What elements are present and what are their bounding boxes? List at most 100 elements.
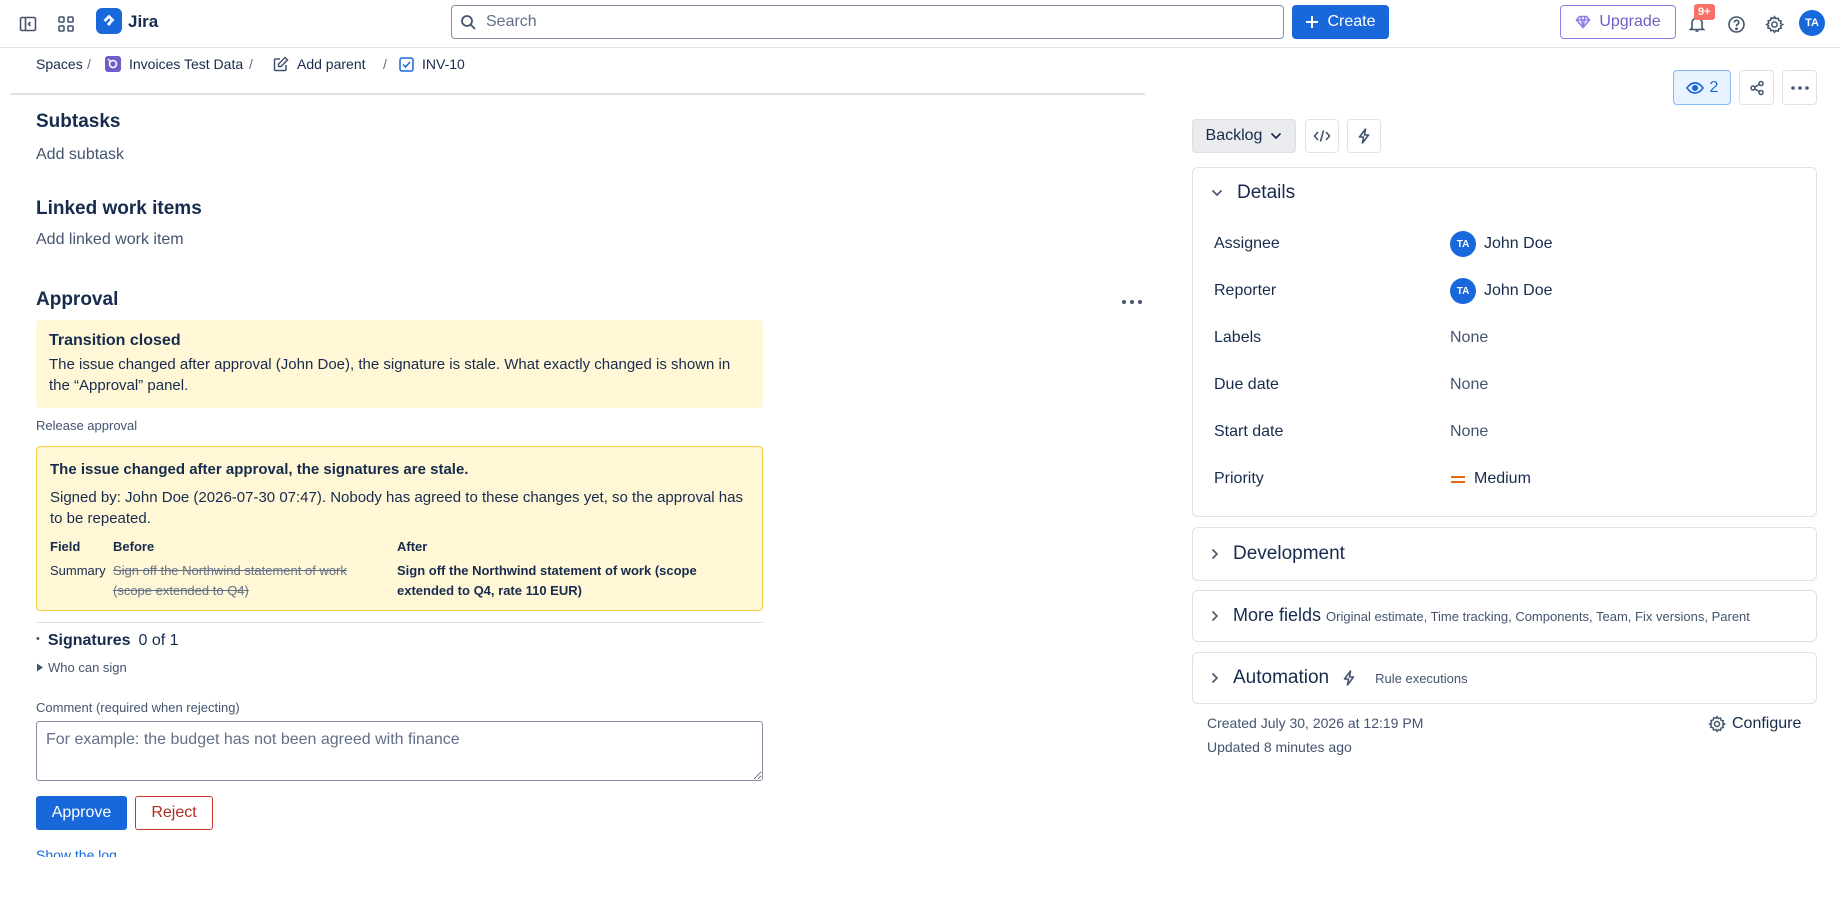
search-input[interactable] [484,10,1274,34]
gear-icon[interactable] [1760,10,1788,38]
due-date-value: None [1450,376,1489,393]
more-fields-header[interactable]: More fields Original estimate, Time trac… [1211,605,1750,626]
sidebar-toggle-icon[interactable] [14,10,42,38]
breadcrumb-separator: / [383,56,387,72]
show-log-link[interactable]: Show the log [36,847,117,857]
linked-work-items-heading: Linked work items [36,198,202,219]
gear-icon [1708,715,1726,733]
development-card[interactable]: Development [1192,527,1817,581]
more-fields-title: More fields [1233,605,1322,625]
more-fields-card[interactable]: More fields Original estimate, Time trac… [1192,590,1817,642]
start-date-value: None [1450,423,1489,440]
app-switcher-icon[interactable] [52,10,80,38]
watch-button[interactable]: 2 [1673,70,1731,105]
labels-label: Labels [1214,329,1262,346]
upgrade-label: Upgrade [1599,13,1661,30]
details-header[interactable]: Details [1211,182,1295,204]
add-subtask-link[interactable]: Add subtask [36,146,124,164]
status-label: Backlog [1205,127,1263,144]
development-button[interactable] [1305,119,1339,153]
diff-col-after: After [397,539,428,554]
diff-col-before: Before [113,539,155,554]
updated-timestamp: Updated 8 minutes ago [1207,739,1352,755]
banner-title: Transition closed [49,332,181,349]
labels-field[interactable]: None [1450,329,1488,347]
assignee-label: Assignee [1214,235,1280,252]
due-date-field[interactable]: None [1450,376,1488,394]
priority-value: Medium [1474,470,1531,487]
approve-button[interactable]: Approve [36,796,127,830]
assignee-value: John Doe [1484,235,1553,252]
diff-row-field: Summary [50,563,106,578]
breadcrumb-project-label: Invoices Test Data [129,56,244,72]
more-icon [1790,85,1809,90]
share-button[interactable] [1739,70,1774,105]
upgrade-button[interactable]: Upgrade [1560,5,1676,39]
chevron-right-icon [1211,548,1219,560]
subtasks-heading: Subtasks [36,111,121,132]
breadcrumb-issue-key-label: INV-10 [422,56,465,72]
chevron-down-icon [1270,132,1282,140]
breadcrumb-add-parent-label: Add parent [297,56,366,72]
reject-button[interactable]: Reject [135,796,213,830]
signatures-label: Signatures [47,632,131,649]
approval-heading: Approval [36,289,119,310]
labels-value: None [1450,329,1489,346]
approval-more-icon[interactable] [1120,292,1144,312]
top-navigation: Jira Create Upgrade 9+ TA [0,0,1840,48]
search-bar[interactable] [451,5,1284,39]
code-icon [1313,129,1331,143]
status-dropdown[interactable]: Backlog [1192,119,1296,153]
automation-button[interactable] [1347,119,1381,153]
create-button[interactable]: Create [1292,5,1389,39]
configure-label: Configure [1732,715,1802,732]
start-date-label: Start date [1214,423,1284,440]
breadcrumb-spaces[interactable]: Spaces [36,56,83,72]
configure-button[interactable]: Configure [1708,715,1801,733]
signatures-divider [36,622,763,623]
more-fields-hint: Original estimate, Time tracking, Compon… [1326,609,1750,624]
breadcrumb-separator: / [87,56,91,72]
breadcrumb-spaces-label: Spaces [36,56,83,72]
edit-icon [273,56,289,72]
lightning-icon [1343,670,1355,686]
diff-col-field: Field [50,539,81,554]
triangle-right-icon [36,663,44,672]
comment-label: Comment (required when rejecting) [36,700,240,715]
chevron-down-icon [1211,189,1223,197]
more-actions-button[interactable] [1782,70,1817,105]
automation-title: Automation [1233,667,1330,688]
release-approval-label: Release approval [36,418,138,433]
automation-header[interactable]: Automation Rule executions [1211,667,1468,689]
reporter-value: John Doe [1484,282,1553,299]
plus-icon [1305,15,1319,29]
signatures-count: 0 of 1 [138,632,179,649]
assignee-field[interactable]: TA John Doe [1450,231,1553,257]
watchers-count: 2 [1709,78,1719,96]
app-name[interactable]: Jira [128,12,158,32]
automation-card[interactable]: Automation Rule executions [1192,652,1817,704]
who-can-sign-toggle[interactable]: Who can sign [36,660,127,675]
breadcrumb-add-parent[interactable]: Add parent [273,56,366,72]
due-date-label: Due date [1214,376,1279,393]
checkbox-icon [399,56,414,72]
priority-label: Priority [1214,470,1264,487]
chevron-right-icon [1211,610,1219,622]
avatar[interactable]: TA [1799,10,1825,36]
lightning-icon [1358,128,1370,144]
reporter-field[interactable]: TA John Doe [1450,278,1553,304]
help-icon[interactable] [1722,10,1750,38]
breadcrumb-project[interactable]: Invoices Test Data [105,56,243,72]
automation-hint[interactable]: Rule executions [1375,671,1468,686]
avatar: TA [1450,278,1476,304]
start-date-field[interactable]: None [1450,423,1488,441]
create-label: Create [1327,13,1376,30]
development-header[interactable]: Development [1211,543,1345,565]
priority-field[interactable]: Medium [1450,470,1531,488]
add-linked-work-item-link[interactable]: Add linked work item [36,231,184,249]
jira-logo-icon[interactable] [96,8,122,34]
comment-field[interactable] [36,721,763,781]
stale-approval-panel: The issue changed after approval, the si… [36,446,763,611]
breadcrumb-issue-key[interactable]: INV-10 [399,56,465,72]
notifications-badge: 9+ [1694,4,1715,20]
